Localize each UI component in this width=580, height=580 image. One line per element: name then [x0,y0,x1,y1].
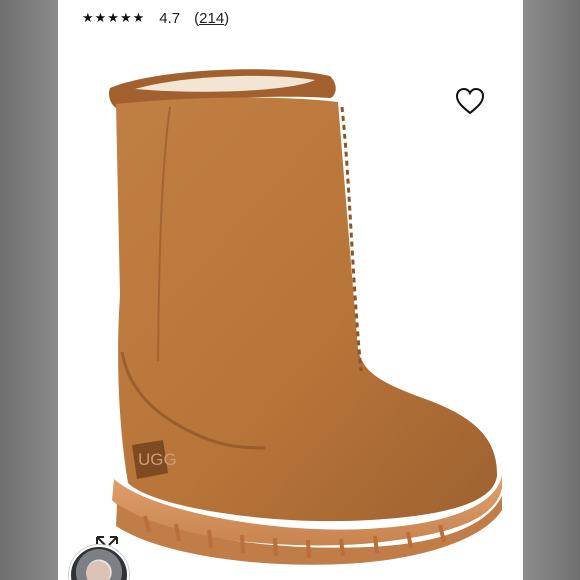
rating-count-group[interactable]: (214) [194,10,229,27]
ugg-boot-image: UGG [108,69,502,565]
product-image-card: ★★★★★ 4.7 (214) UGG [58,0,523,580]
right-blur-border [523,0,580,580]
rating-value: 4.7 [159,9,181,27]
left-blur-border [0,0,58,580]
rating-summary: ★★★★★ 4.7 (214) [82,6,229,30]
rating-stars: ★★★★★ [82,10,146,25]
ugg-label-text: UGG [138,450,177,469]
rating-count-close: ) [224,9,230,27]
rating-count-link[interactable]: 214 [199,10,224,27]
